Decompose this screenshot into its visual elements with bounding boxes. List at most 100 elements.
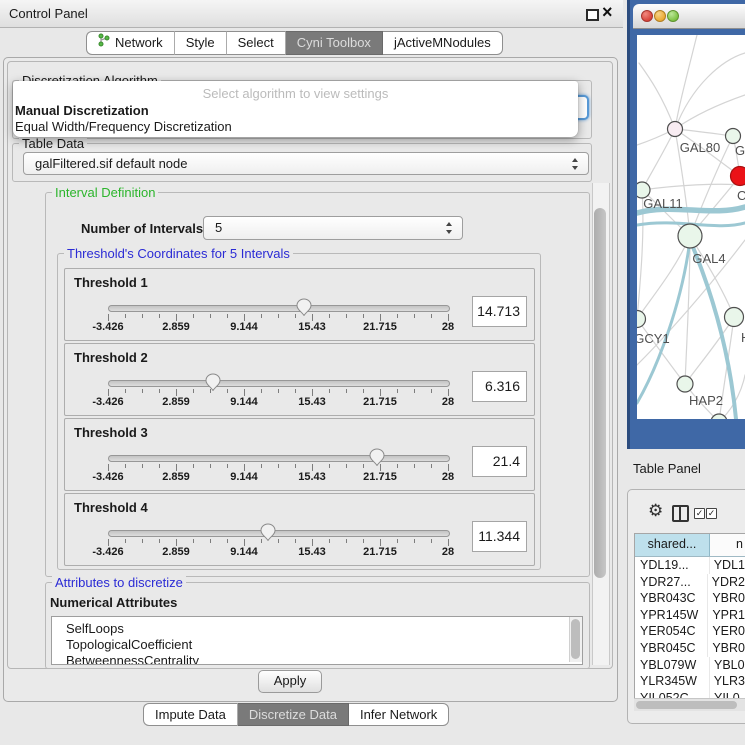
slider-major-tick (108, 314, 109, 321)
cell-shared-name[interactable]: YBR043C (635, 590, 708, 607)
cell-shared-name[interactable]: YDL19... (635, 557, 710, 574)
table-row[interactable]: YDR27...YDR2 (635, 574, 745, 591)
slider-minor-tick (261, 314, 262, 318)
slider-minor-tick (261, 389, 262, 393)
cell-name[interactable]: YBL0 (710, 657, 745, 674)
checkbox-icon[interactable]: ✓ (706, 508, 717, 519)
slider-minor-tick (125, 389, 126, 393)
threshold-value-field[interactable]: 21.4 (472, 446, 527, 477)
cell-name[interactable]: YER0 (708, 623, 745, 640)
combo-arrows-icon (572, 157, 579, 171)
threshold-value-field[interactable]: 6.316 (472, 371, 527, 402)
close-traffic-light[interactable] (641, 10, 653, 22)
cell-shared-name[interactable]: YER054C (635, 623, 708, 640)
network-node[interactable] (731, 167, 745, 186)
column-header-name[interactable]: n (710, 534, 745, 556)
gear-icon[interactable]: ⚙ (648, 502, 663, 519)
network-node[interactable] (637, 311, 646, 328)
cell-shared-name[interactable]: YLR345W (635, 673, 710, 690)
attributes-scrollbar-thumb[interactable] (571, 619, 580, 659)
slider-major-tick (176, 314, 177, 321)
popup-option-manual-discretization[interactable]: Manual Discretization (15, 103, 149, 118)
table-row[interactable]: YBR045CYBR0 (635, 640, 745, 657)
cell-shared-name[interactable]: YBL079W (635, 657, 710, 674)
network-node[interactable] (678, 224, 702, 248)
cell-name[interactable]: YLR3 (710, 673, 745, 690)
tab-discretize-data[interactable]: Discretize Data (238, 703, 349, 726)
tab-style[interactable]: Style (175, 31, 227, 55)
threshold-slider-track[interactable] (108, 455, 450, 462)
table-data-combo[interactable]: galFiltered.sif default node (23, 152, 589, 175)
cell-shared-name[interactable]: YBR045C (635, 640, 708, 657)
cell-name[interactable]: YDL1 (710, 557, 745, 574)
threshold-value-field[interactable]: 11.344 (472, 521, 527, 552)
network-canvas[interactable]: GAL80GACGAL11GAL4GCY1HHAP2 (637, 35, 745, 419)
network-node[interactable] (725, 308, 744, 327)
slider-minor-tick (193, 314, 194, 318)
network-edge (675, 95, 745, 129)
network-node[interactable] (726, 129, 741, 144)
network-window-titlebar[interactable] (633, 4, 745, 29)
num-intervals-combo[interactable]: 5 (203, 216, 463, 240)
table-row[interactable]: YDL19...YDL1 (635, 557, 745, 574)
table-row[interactable]: YPR145WYPR1 (635, 607, 745, 624)
table-row[interactable]: YBL079WYBL0 (635, 657, 745, 674)
network-node[interactable] (711, 414, 727, 419)
numerical-attributes-list[interactable]: SelfLoopsTopologicalCoefficientBetweenne… (51, 616, 583, 665)
table-row[interactable]: YER054CYER0 (635, 623, 745, 640)
attribute-item-topologicalcoefficient[interactable]: TopologicalCoefficient (52, 637, 582, 653)
slider-minor-tick (414, 314, 415, 318)
threshold-value-field[interactable]: 14.713 (472, 296, 527, 327)
attribute-item-betweennesscentrality[interactable]: BetweennessCentrality (52, 653, 582, 665)
slider-tick-label: -3.426 (92, 396, 123, 408)
close-icon[interactable]: × (602, 2, 613, 23)
zoom-traffic-light[interactable] (667, 10, 679, 22)
slider-tick-label: 21.715 (363, 321, 397, 333)
tab-cyni-toolbox[interactable]: Cyni Toolbox (286, 31, 383, 55)
slider-tick-label: 2.859 (162, 546, 190, 558)
table-row[interactable]: YBR043CYBR0 (635, 590, 745, 607)
slider-major-tick (244, 389, 245, 396)
threshold-slider-track[interactable] (108, 380, 450, 387)
apply-button[interactable]: Apply (258, 670, 322, 693)
cell-name[interactable]: YDR2 (708, 574, 745, 591)
threshold-slider-thumb[interactable] (260, 523, 276, 541)
threshold-slider-thumb[interactable] (205, 373, 221, 391)
threshold-slider-track[interactable] (108, 305, 450, 312)
tab-network[interactable]: Network (86, 31, 175, 55)
network-node[interactable] (668, 122, 683, 137)
panel-scrollbar-thumb[interactable] (594, 208, 606, 578)
threshold-slider-thumb[interactable] (296, 298, 312, 316)
table-hscrollbar-track[interactable] (634, 698, 745, 711)
tab-jactivemnodules[interactable]: jActiveMNodules (383, 31, 503, 55)
threshold-slider-track[interactable] (108, 530, 450, 537)
threshold-slider-thumb[interactable] (369, 448, 385, 466)
slider-major-tick (380, 389, 381, 396)
slider-minor-tick (142, 464, 143, 468)
cell-shared-name[interactable]: YPR145W (635, 607, 708, 624)
attribute-item-selfloops[interactable]: SelfLoops (52, 621, 582, 637)
cell-name[interactable]: YBR0 (708, 590, 745, 607)
network-node[interactable] (677, 376, 693, 392)
popup-option-equal-width-frequency[interactable]: Equal Width/Frequency Discretization (15, 119, 232, 134)
cell-name[interactable]: YBR0 (708, 640, 745, 657)
minimize-traffic-light[interactable] (654, 10, 666, 22)
tab-infer-network[interactable]: Infer Network (349, 703, 449, 726)
column-header-shared-name[interactable]: shared... (635, 534, 710, 556)
columns-icon[interactable] (672, 505, 689, 522)
cell-shared-name[interactable]: YDR27... (635, 574, 708, 591)
slider-tick-label: 21.715 (363, 471, 397, 483)
checkbox-icon[interactable]: ✓ (694, 508, 705, 519)
attributes-scrollbar-track[interactable] (569, 617, 582, 662)
table-hscrollbar-thumb[interactable] (636, 701, 737, 709)
float-window-icon[interactable] (586, 9, 599, 21)
slider-tick-label: 9.144 (230, 396, 258, 408)
slider-minor-tick (278, 314, 279, 318)
tab-impute-data[interactable]: Impute Data (143, 703, 238, 726)
slider-tick-label: 21.715 (363, 546, 397, 558)
slider-minor-tick (346, 314, 347, 318)
table-row[interactable]: YLR345WYLR3 (635, 673, 745, 690)
cell-name[interactable]: YPR1 (708, 607, 745, 624)
slider-major-tick (380, 314, 381, 321)
tab-select[interactable]: Select (227, 31, 286, 55)
